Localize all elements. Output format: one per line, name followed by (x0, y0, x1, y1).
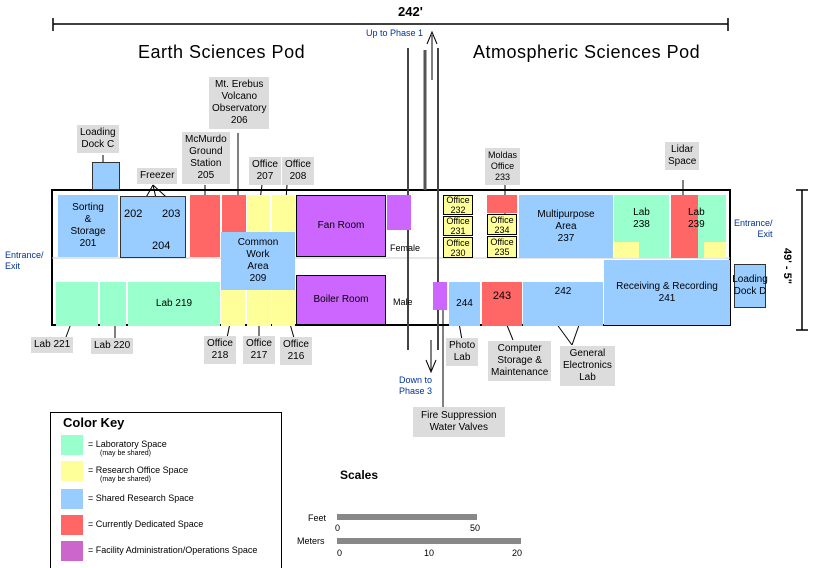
room-241[interactable]: Receiving & Recording 241 (604, 260, 730, 325)
key-item-dedicated: = Currently Dedicated Space (61, 515, 203, 535)
room-230[interactable]: Office 230 (443, 237, 473, 258)
facility-swatch (61, 541, 83, 561)
room-220[interactable] (100, 282, 126, 326)
up-to-phase-1-link[interactable]: Up to Phase 1 (366, 28, 423, 39)
room-206[interactable] (222, 195, 246, 235)
length-dimension: 242' (398, 4, 423, 19)
down-label-2: Phase 3 (399, 386, 433, 396)
entrance-left-label-1: Entrance/ (5, 250, 44, 260)
callout-office-208: Office 208 (282, 157, 314, 185)
room-244[interactable]: 244 (449, 282, 480, 326)
earth-sciences-pod-title: Earth Sciences Pod (138, 42, 306, 62)
entrance-exit-left[interactable]: Entrance/ Exit (5, 250, 44, 272)
meters-scale-bar (337, 538, 521, 544)
entrance-left-label-2: Exit (5, 261, 21, 271)
research-office-swatch (61, 461, 83, 481)
utility-closet[interactable] (433, 282, 447, 310)
callout-office-218: Office 218 (204, 336, 236, 364)
male-restroom[interactable]: Male (393, 297, 413, 307)
loading-dock-c-room[interactable] (92, 162, 120, 190)
callout-fire-suppression: Fire Suppression Water Valves (413, 407, 505, 437)
callout-lab-220: Lab 220 (91, 338, 134, 354)
room-217[interactable] (247, 290, 271, 326)
callout-general-electronics-lab: General Electronics Lab (560, 346, 615, 386)
room-209[interactable]: Common Work Area 209 (221, 232, 295, 290)
key-item-facility: = Facility Administration/Operations Spa… (61, 541, 257, 561)
down-to-phase-3-link[interactable]: Down to Phase 3 (399, 375, 432, 397)
room-238-office-area (614, 242, 639, 258)
loading-dock-d[interactable]: Loading Dock D (732, 264, 768, 308)
callout-mcmurdo-ground-station: McMurdo Ground Station 205 (182, 132, 230, 184)
dedicated-swatch (61, 515, 83, 535)
room-204-label: 204 (152, 240, 171, 252)
callout-office-216: Office 216 (280, 337, 312, 365)
boiler-room[interactable]: Boiler Room (296, 275, 386, 325)
feet-label: Feet (308, 513, 327, 523)
room-201[interactable]: Sorting & Storage 201 (58, 195, 118, 257)
room-235[interactable]: Office 235 (487, 236, 517, 258)
callout-moldas-office: Moldas Office 233 (485, 148, 521, 185)
entrance-exit-right[interactable]: Entrance/ Exit (734, 218, 773, 240)
room-234[interactable]: Office 234 (487, 214, 517, 235)
key-item-research-office: = Research Office Space (may be shared) (61, 461, 188, 485)
entrance-right-label-1: Entrance/ (734, 218, 773, 228)
female-restroom[interactable]: Female (390, 243, 420, 253)
shared-research-swatch (61, 489, 83, 509)
room-205[interactable] (190, 195, 220, 257)
callout-lidar-space: Lidar Space (665, 142, 700, 170)
color-key: Color Key = Laboratory Space (may be shar… (50, 412, 282, 568)
scales-title: Scales (340, 468, 379, 482)
key-item-shared-research: = Shared Research Space (61, 489, 194, 509)
room-208[interactable] (272, 195, 295, 233)
meters-tick-10: 10 (424, 548, 435, 558)
room-231[interactable]: Office 231 (443, 216, 473, 236)
room-242[interactable]: 242 (523, 282, 603, 326)
room-232[interactable]: Office 232 (443, 195, 473, 215)
room-203-label: 203 (162, 208, 181, 220)
room-239-label: Lab 239 (688, 207, 705, 230)
room-202-label: 202 (124, 208, 143, 220)
callout-photo-lab: Photo Lab (446, 338, 479, 366)
room-219[interactable]: Lab 219 (128, 282, 220, 326)
callout-freezer: Freezer (137, 168, 178, 184)
color-key-title: Color Key (63, 415, 125, 430)
atmospheric-sciences-pod-title: Atmospheric Sciences Pod (473, 42, 701, 62)
feet-tick-0: 0 (335, 523, 341, 533)
down-label-1: Down to (399, 375, 433, 385)
fan-room-annex[interactable] (387, 195, 411, 230)
room-237[interactable]: Multipurpose Area 237 (519, 195, 613, 258)
room-221[interactable] (56, 282, 98, 326)
meters-tick-20: 20 (512, 548, 523, 558)
callout-lab-221: Lab 221 (31, 337, 74, 353)
room-216[interactable] (272, 290, 295, 326)
room-233[interactable] (487, 195, 517, 213)
feet-scale-bar (337, 514, 477, 520)
meters-tick-0: 0 (337, 548, 343, 558)
width-dimension: 49' - 5" (781, 248, 793, 284)
callout-mt-erebus-observatory: Mt. Erebus Volcano Observatory 206 (209, 77, 270, 129)
callout-office-207: Office 207 (249, 157, 281, 185)
callout-computer-storage: Computer Storage & Maintenance (488, 341, 552, 381)
callout-loading-dock-c: Loading Dock C (77, 125, 119, 153)
room-218[interactable] (221, 290, 245, 326)
feet-tick-50: 50 (470, 523, 481, 533)
meters-label: Meters (297, 536, 325, 546)
entrance-right-label-2: Exit (757, 229, 773, 239)
room-207[interactable] (247, 195, 270, 233)
laboratory-swatch (61, 435, 83, 455)
room-243[interactable]: 243 (482, 282, 522, 326)
key-item-laboratory: = Laboratory Space (may be shared) (61, 435, 167, 459)
callout-office-217: Office 217 (243, 336, 275, 364)
fan-room[interactable]: Fan Room (296, 195, 386, 257)
room-239-office-area (704, 242, 726, 258)
